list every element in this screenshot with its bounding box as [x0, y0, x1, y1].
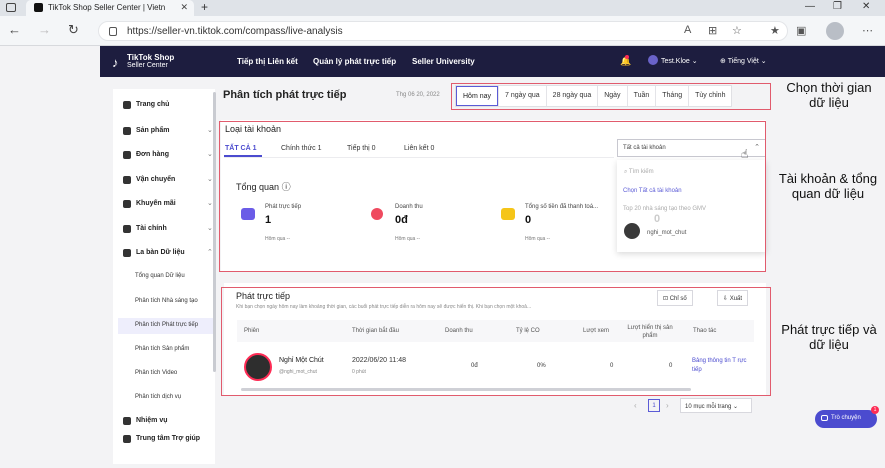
highlight-account-overview [219, 121, 766, 272]
profile-avatar[interactable] [826, 22, 844, 40]
sidebar-item-label: La bàn Dữ liệu [136, 249, 185, 256]
lock-icon [109, 27, 117, 36]
sidebar-item-label: Sản phẩm [136, 127, 170, 134]
chevron-down-icon: ⌄ [207, 127, 213, 134]
forward-icon[interactable]: → [38, 22, 51, 37]
reload-icon[interactable]: ↻ [68, 22, 79, 38]
chevron-down-icon: ⌄ [207, 200, 213, 207]
extensions-icon[interactable]: ⊞ [708, 24, 717, 37]
sidebar-sub-creator-analysis[interactable]: Phân tích Nhà sáng tạo [135, 298, 198, 304]
tab-actions-icon[interactable] [6, 3, 16, 12]
highlight-live-table [221, 287, 771, 396]
chat-label: Trò chuyện [831, 415, 861, 421]
annotation-time: Chọn thời gian dữ liệu [786, 80, 872, 110]
collections-icon[interactable]: ▣ [796, 24, 806, 37]
sidebar: Trang chủ Sản phẩm ⌄ Đơn hàng ⌄ Vận chuyển… [113, 89, 215, 464]
url-text: https://seller-vn.tiktok.com/compass/liv… [127, 26, 343, 37]
tiktok-favicon-icon [34, 3, 43, 12]
sidebar-sub-live-analysis[interactable]: Phân tích Phát trực tiếp [118, 318, 215, 334]
minimize-icon[interactable]: — [805, 1, 815, 12]
user-avatar[interactable] [648, 55, 658, 65]
chat-button[interactable]: Trò chuyện 1 [815, 406, 879, 428]
promotion-icon [123, 200, 131, 208]
browser-tab-bar: TikTok Shop Seller Center | Vietn ✕ + — … [0, 0, 885, 16]
user-name: Test.Kloe [661, 58, 690, 65]
sidebar-item-label: Nhiệm vụ [136, 417, 168, 424]
read-aloud-icon[interactable]: A [684, 24, 691, 36]
logo-text-line2: Seller Center [127, 62, 168, 69]
browser-tab[interactable]: TikTok Shop Seller Center | Vietn ✕ [26, 0, 194, 16]
orders-icon [123, 151, 131, 159]
page-size-value: 10 mục mỗi trang [685, 404, 732, 410]
address-bar-area: ← → ↻ https://seller-vn.tiktok.com/compa… [0, 16, 885, 46]
language-label: Tiếng Việt [727, 58, 759, 65]
sidebar-item-label: Khuyến mãi [136, 200, 176, 207]
notification-bell-icon[interactable]: 🔔 [620, 55, 631, 67]
wallet-icon [123, 225, 131, 233]
seller-center-header: ♪ TikTok Shop Seller Center Tiếp thị Liê… [100, 46, 885, 77]
favorites-icon[interactable]: ★ [770, 24, 780, 37]
help-icon [123, 435, 131, 443]
new-tab-icon[interactable]: + [201, 0, 208, 14]
sidebar-sub-product-analysis[interactable]: Phân tích Sản phẩm [135, 346, 189, 352]
sidebar-sub-data-overview[interactable]: Tổng quan Dữ liệu [135, 273, 185, 279]
chevron-up-icon: ⌃ [207, 249, 213, 256]
user-menu[interactable]: Test.Kloe ⌄ [661, 57, 698, 65]
favorite-star-icon[interactable]: ☆ [732, 24, 742, 37]
chat-badge: 1 [871, 406, 879, 414]
chevron-down-icon: ⌄ [207, 225, 213, 232]
sidebar-sub-video-analysis[interactable]: Phân tích Video [135, 370, 177, 376]
page-number-button[interactable]: 1 [648, 399, 660, 412]
annotation-account: Tài khoản & tổng quan dữ liệu [778, 171, 878, 201]
sidebar-item-label: Trang chủ [136, 101, 170, 108]
back-icon[interactable]: ← [8, 22, 21, 37]
prev-page-icon[interactable]: ‹ [634, 401, 637, 410]
language-menu[interactable]: ⊕ Tiếng Việt ⌄ [720, 57, 767, 65]
page-title: Phân tích phát trực tiếp [223, 89, 347, 101]
more-menu-icon[interactable]: ⋯ [862, 24, 873, 37]
sidebar-scrollbar[interactable] [213, 92, 216, 372]
nav-affiliate[interactable]: Tiếp thị Liên kết [237, 57, 298, 66]
logo-text-line1: TikTok Shop [127, 53, 175, 62]
chart-icon [123, 249, 131, 257]
tab-title: TikTok Shop Seller Center | Vietn [48, 3, 166, 12]
tiktok-note-icon: ♪ [112, 55, 119, 70]
truck-icon [123, 176, 131, 184]
nav-live-management[interactable]: Quản lý phát trực tiếp [313, 57, 396, 66]
sidebar-sub-service-analysis[interactable]: Phân tích dịch vụ [135, 394, 181, 400]
tasks-icon [123, 417, 131, 425]
next-page-icon[interactable]: › [666, 401, 669, 410]
chevron-down-icon: ⌄ [207, 176, 213, 183]
sidebar-item-label: Trung tâm Trợ giúp [136, 435, 201, 442]
page-size-select[interactable]: 10 mục mỗi trang ⌄ [680, 398, 752, 413]
current-date: Thg 06 20, 2022 [396, 92, 440, 98]
sidebar-item-label: Tài chính [136, 225, 167, 232]
chevron-down-icon: ⌄ [207, 151, 213, 158]
highlight-time-range [451, 83, 771, 110]
bag-icon [123, 127, 131, 135]
close-window-icon[interactable]: ✕ [862, 1, 870, 12]
notification-dot [625, 55, 629, 59]
sidebar-item-label: Vận chuyển [136, 176, 176, 183]
sidebar-item-label: Đơn hàng [136, 151, 169, 158]
maximize-icon[interactable]: ❐ [833, 1, 842, 12]
annotation-live: Phát trực tiếp và dữ liệu [781, 322, 877, 352]
nav-seller-university[interactable]: Seller University [412, 57, 475, 66]
close-tab-icon[interactable]: ✕ [180, 2, 188, 13]
chat-icon [821, 415, 828, 421]
home-icon [123, 101, 131, 109]
